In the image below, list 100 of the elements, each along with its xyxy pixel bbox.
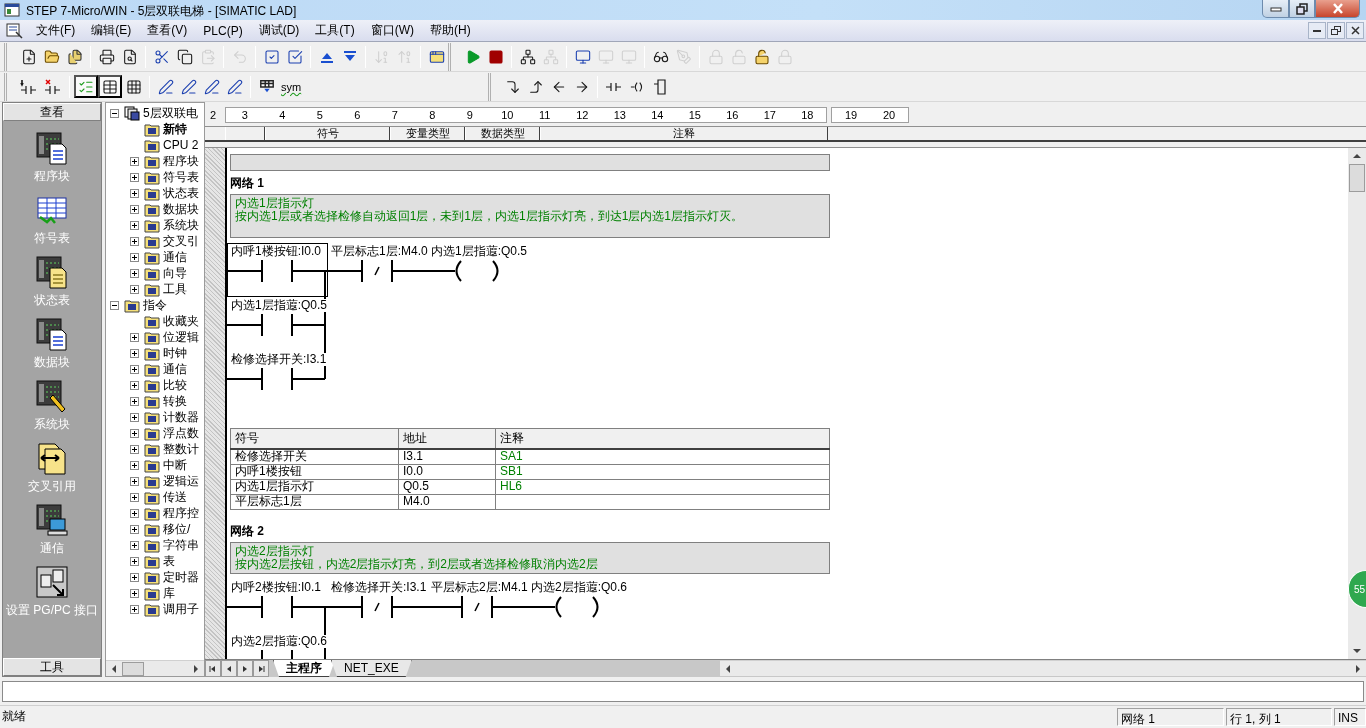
expand-toggle[interactable]	[130, 476, 139, 486]
closed-contact-symbol[interactable]	[361, 594, 393, 619]
menu-item[interactable]: 编辑(E)	[83, 22, 140, 39]
expand-toggle[interactable]	[130, 284, 139, 294]
tree-item[interactable]: 向导	[163, 264, 187, 282]
menu-item[interactable]: 文件(F)	[28, 22, 84, 39]
document-icon[interactable]	[6, 22, 24, 39]
column-header[interactable]: 数据类型	[465, 127, 540, 140]
navigation-header[interactable]: 查看	[3, 103, 101, 121]
tree-item[interactable]: 比较	[163, 376, 187, 394]
command-field[interactable]	[2, 680, 1364, 702]
minimize-button[interactable]	[1308, 22, 1326, 39]
tab-scroll-button[interactable]	[221, 660, 237, 677]
menu-item[interactable]: 帮助(H)	[422, 22, 479, 39]
restore-button[interactable]	[1289, 0, 1315, 18]
tree-item[interactable]: 库	[163, 584, 175, 602]
expand-toggle[interactable]	[130, 572, 139, 582]
restore-button[interactable]	[1327, 22, 1345, 39]
tree-item[interactable]: 时钟	[163, 344, 187, 362]
tree-item[interactable]: 状态表	[163, 184, 199, 202]
tab-scroll-button[interactable]	[253, 660, 269, 677]
tree-item[interactable]: 移位/	[163, 520, 191, 538]
toolbar-button[interactable]	[74, 75, 98, 98]
scrollbar[interactable]	[1348, 148, 1366, 659]
tree-item[interactable]: 通信	[163, 248, 187, 266]
tree-item[interactable]: 交叉引	[163, 232, 199, 250]
expand-toggle[interactable]	[130, 172, 139, 182]
menu-item[interactable]: 窗口(W)	[362, 22, 422, 39]
tree-item[interactable]: 收藏夹	[163, 312, 199, 330]
tab-scroll-button[interactable]	[237, 660, 253, 677]
expand-toggle[interactable]	[130, 604, 139, 614]
expand-toggle[interactable]	[130, 508, 139, 518]
coil-symbol[interactable]	[455, 260, 499, 282]
expand-toggle[interactable]	[130, 156, 139, 166]
contact-symbol[interactable]	[261, 594, 293, 619]
tab[interactable]: NET_EXE	[331, 660, 412, 677]
menu-item[interactable]: 工具(T)	[307, 22, 363, 39]
contact-symbol[interactable]	[261, 367, 293, 391]
tree-item[interactable]: 逻辑运	[163, 472, 199, 490]
tree-item[interactable]: 工具	[163, 280, 187, 298]
closed-contact-symbol[interactable]	[361, 259, 393, 283]
tree-item[interactable]: 数据块	[163, 200, 199, 218]
menu-item[interactable]: PLC(P)	[195, 23, 251, 38]
expand-toggle[interactable]	[110, 300, 119, 310]
tree-item[interactable]: 通信	[163, 360, 187, 378]
coil-symbol[interactable]	[555, 595, 599, 618]
tree-item[interactable]: 指令	[143, 296, 167, 314]
tree-item[interactable]: 符号表	[163, 168, 199, 186]
tree-item[interactable]: 中断	[163, 456, 187, 474]
tab[interactable]: 主程序	[273, 660, 335, 677]
menu-item[interactable]: 查看(V)	[139, 22, 196, 39]
expand-toggle[interactable]	[130, 252, 139, 262]
network-comment[interactable]: 内选1层指示灯 按内选1层或者选择检修自动返回1层，未到1层，内选1层指示灯亮，到达1层内选1层指示灯灭。	[230, 194, 830, 238]
toolbar-button[interactable]	[98, 75, 122, 98]
contact-symbol[interactable]	[261, 313, 293, 337]
expand-toggle[interactable]	[130, 396, 139, 406]
expand-toggle[interactable]	[130, 236, 139, 246]
tree-item[interactable]: 新特	[163, 120, 187, 138]
contact-symbol[interactable]	[261, 259, 293, 283]
expand-toggle[interactable]	[130, 220, 139, 230]
scrollbar[interactable]	[106, 660, 204, 676]
tree-item[interactable]: 调用子	[163, 600, 199, 618]
expand-toggle[interactable]	[130, 204, 139, 214]
closed-contact-symbol[interactable]	[461, 594, 493, 619]
expand-toggle[interactable]	[130, 268, 139, 278]
column-header[interactable]: 注释	[540, 127, 828, 140]
expand-toggle[interactable]	[130, 556, 139, 566]
expand-toggle[interactable]	[130, 412, 139, 422]
expand-toggle[interactable]	[130, 380, 139, 390]
tree-item[interactable]: 程序控	[163, 504, 199, 522]
tree-item[interactable]: 传送	[163, 488, 187, 506]
scroll-thumb[interactable]	[1349, 164, 1365, 192]
column-header[interactable]: 符号	[265, 127, 390, 140]
expand-toggle[interactable]	[130, 588, 139, 598]
tree-item[interactable]: 定时器	[163, 568, 199, 586]
tab-scroll-button[interactable]	[205, 660, 221, 677]
expand-toggle[interactable]	[130, 492, 139, 502]
tree-item[interactable]: 表	[163, 552, 175, 570]
expand-toggle[interactable]	[130, 348, 139, 358]
tree-item[interactable]: 转换	[163, 392, 187, 410]
expand-toggle[interactable]	[130, 188, 139, 198]
close-button[interactable]	[1315, 0, 1360, 18]
scrollbar[interactable]	[720, 660, 1366, 676]
tree-item[interactable]: 位逻辑	[163, 328, 199, 346]
contact-symbol[interactable]	[261, 648, 293, 659]
tree-item[interactable]: 5层双联电	[143, 104, 198, 122]
expand-toggle[interactable]	[130, 332, 139, 342]
sym-button[interactable]: sym	[278, 75, 305, 98]
expand-toggle[interactable]	[130, 444, 139, 454]
program-comment[interactable]	[230, 154, 830, 171]
navigation-footer[interactable]: 工具	[3, 658, 101, 676]
expand-toggle[interactable]	[130, 524, 139, 534]
tree-item[interactable]: 浮点数	[163, 424, 199, 442]
column-header[interactable]: 变量类型	[390, 127, 465, 140]
expand-toggle[interactable]	[130, 460, 139, 470]
expand-toggle[interactable]	[130, 540, 139, 550]
tree-item[interactable]: CPU 2	[163, 138, 199, 152]
expand-toggle[interactable]	[110, 108, 119, 118]
scroll-thumb[interactable]	[122, 661, 144, 676]
tree-item[interactable]: 整数计	[163, 440, 199, 458]
